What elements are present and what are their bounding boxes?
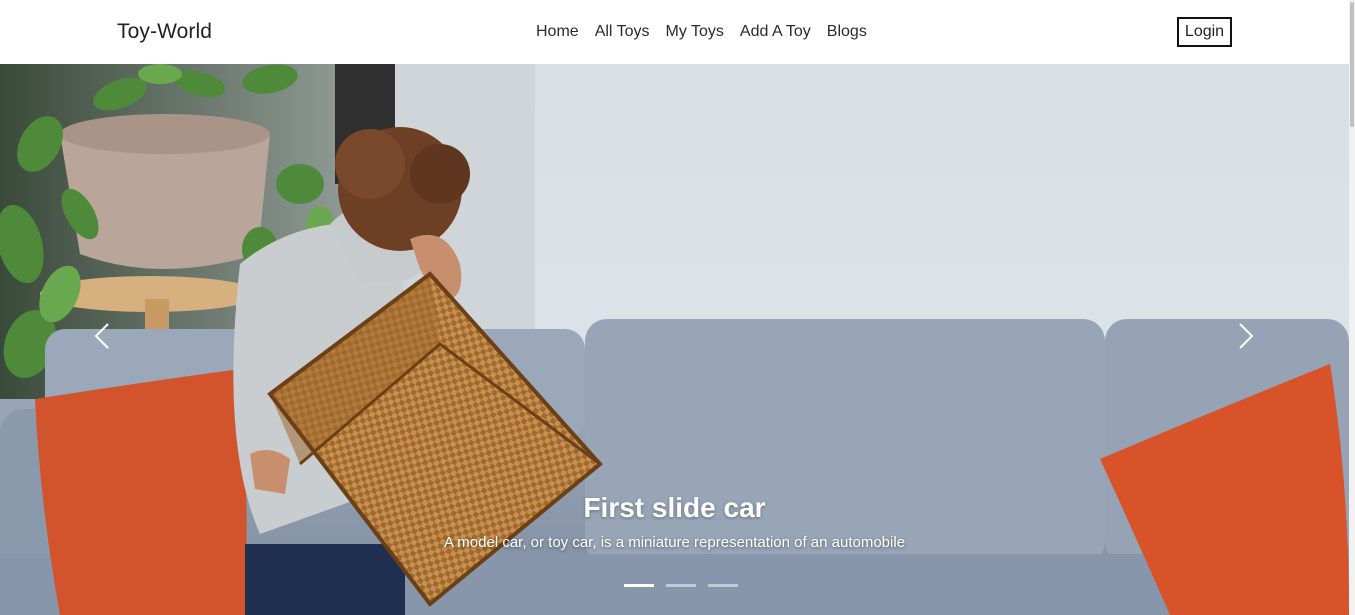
nav-link-blogs[interactable]: Blogs bbox=[827, 23, 867, 41]
carousel-prev-control[interactable] bbox=[86, 316, 126, 361]
nav-link-my-toys[interactable]: My Toys bbox=[666, 23, 724, 41]
carousel-indicator-1[interactable] bbox=[624, 584, 654, 587]
login-button[interactable]: Login bbox=[1177, 17, 1232, 47]
carousel-indicator-3[interactable] bbox=[708, 584, 738, 587]
slide-caption-title: First slide car bbox=[583, 492, 766, 523]
slide-caption-text: A model car, or toy car, is a miniature … bbox=[443, 534, 906, 551]
nav-links: Home All Toys My Toys Add A Toy Blogs bbox=[536, 23, 867, 41]
hero-carousel: First slide car A model car, or toy car,… bbox=[0, 64, 1349, 615]
scrollbar-thumb[interactable] bbox=[1350, 2, 1354, 127]
chevron-left-icon bbox=[94, 323, 109, 349]
page-scrollbar[interactable] bbox=[1349, 0, 1355, 615]
slide-caption: First slide car A model car, or toy car,… bbox=[0, 492, 1349, 551]
nav-link-home[interactable]: Home bbox=[536, 23, 579, 41]
carousel-indicators bbox=[624, 584, 738, 587]
brand-logo[interactable]: Toy-World bbox=[117, 20, 212, 44]
nav-link-add-a-toy[interactable]: Add A Toy bbox=[740, 23, 811, 41]
nav-link-all-toys[interactable]: All Toys bbox=[595, 23, 650, 41]
carousel-next-control[interactable] bbox=[1232, 316, 1272, 361]
carousel-indicator-2[interactable] bbox=[666, 584, 696, 587]
top-navbar: Toy-World Home All Toys My Toys Add A To… bbox=[0, 0, 1349, 64]
chevron-right-icon bbox=[1239, 323, 1254, 349]
